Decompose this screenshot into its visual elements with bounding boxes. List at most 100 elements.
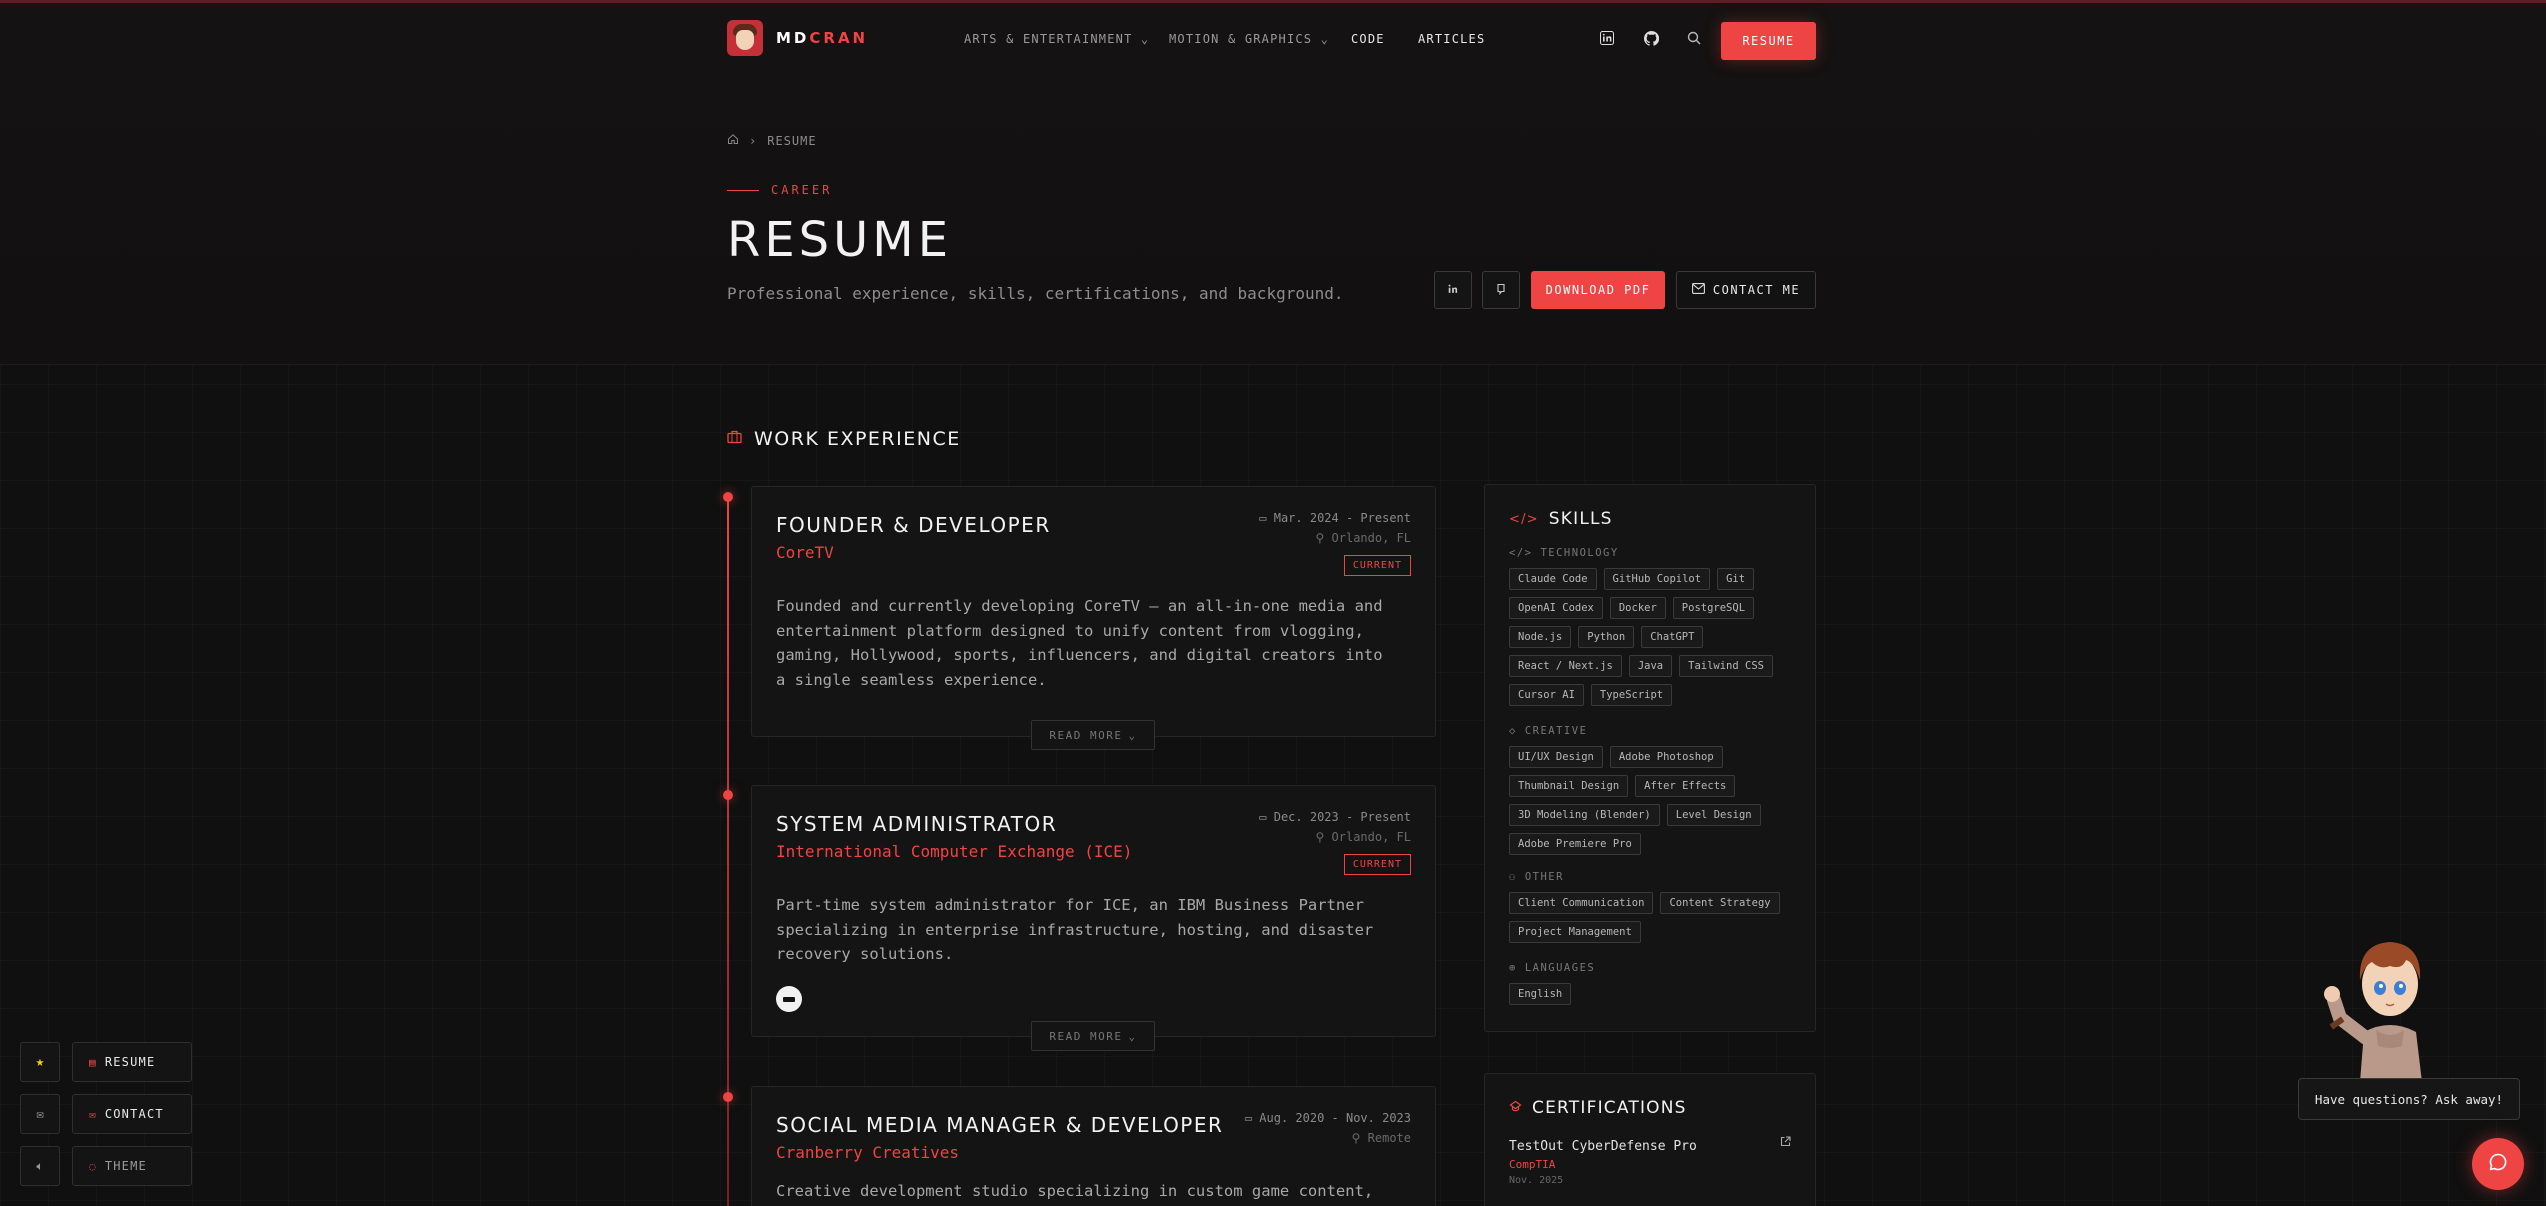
skill-tag: English <box>1509 983 1572 1005</box>
resume-button[interactable]: RESUME <box>1721 22 1816 60</box>
hero-linkedin-button[interactable] <box>1434 271 1472 309</box>
speaker-mute-icon: 🔈︎ <box>36 1158 44 1173</box>
floating-theme-button[interactable]: ◌ THEME <box>72 1146 192 1186</box>
location-pin-icon: ⚲ <box>1315 531 1332 545</box>
award-icon <box>1509 1100 1522 1117</box>
job-date: ▭ Mar. 2024 - Present <box>1259 511 1411 525</box>
skill-tag: Content Strategy <box>1660 892 1780 914</box>
skill-group-label-text: CREATIVE <box>1524 725 1588 737</box>
skill-tag: Level Design <box>1666 804 1761 826</box>
timeline-dot <box>723 1092 733 1102</box>
job-date-text: Mar. 2024 - Present <box>1273 511 1411 525</box>
hero-github-button[interactable] <box>1482 271 1520 309</box>
logo-avatar[interactable] <box>727 20 763 56</box>
logo-text[interactable]: MDCRAN <box>776 29 868 47</box>
skill-tag: Node.js <box>1509 626 1572 648</box>
floating-resume-row: ★ ▤ RESUME <box>20 1042 192 1082</box>
floating-contact-row: ✉ ✉ CONTACT <box>20 1094 192 1134</box>
chat-prompt-bubble[interactable]: Have questions? Ask away! <box>2298 1078 2520 1120</box>
chat-bubble-icon <box>2488 1152 2508 1176</box>
logo-text-cran: CRAN <box>809 29 869 47</box>
external-link-icon[interactable] <box>1780 1136 1791 1151</box>
floating-resume-button[interactable]: ▤ RESUME <box>72 1042 192 1082</box>
github-icon[interactable] <box>1642 29 1660 47</box>
chat-button[interactable] <box>2472 1138 2524 1190</box>
work-experience-title: WORK EXPERIENCE <box>754 428 961 450</box>
skill-group-label: ⚇ OTHER <box>1509 871 1564 883</box>
inbox-button[interactable]: ✉ <box>20 1094 60 1134</box>
mail-icon: ✉ <box>36 1107 44 1121</box>
certifications-heading: CERTIFICATIONS <box>1509 1098 1687 1118</box>
skill-tag: Client Communication <box>1509 892 1654 914</box>
logo-text-md: MD <box>776 29 810 47</box>
skill-tag: Git <box>1717 568 1755 590</box>
job-description: Founded and currently developing CoreTV … <box>776 597 1383 689</box>
skill-tag: PostgreSQL <box>1672 597 1755 619</box>
code-icon: </> <box>1509 511 1539 527</box>
download-pdf-button[interactable]: DOWNLOAD PDF <box>1531 271 1665 309</box>
hero-eyebrow: CAREER <box>727 183 832 197</box>
floating-contact-label: CONTACT <box>104 1107 164 1121</box>
nav-articles[interactable]: ARTICLES <box>1418 32 1485 46</box>
document-icon: ▤ <box>89 1055 97 1069</box>
skill-tag: GitHub Copilot <box>1603 568 1711 590</box>
contact-me-label: CONTACT ME <box>1712 283 1801 297</box>
home-icon[interactable] <box>727 133 739 148</box>
skill-tag: Adobe Photoshop <box>1609 746 1723 768</box>
job-role: SYSTEM ADMINISTRATOR <box>776 812 1058 836</box>
skill-tag: After Effects <box>1635 775 1736 797</box>
skill-tags: UI/UX Design Adobe Photoshop Thumbnail D… <box>1509 746 1799 855</box>
read-more-button[interactable]: READ MORE ⌄ <box>1031 720 1155 750</box>
job-company[interactable]: CoreTV <box>776 543 834 562</box>
nav-motion-graphics[interactable]: MOTION & GRAPHICS ⌄ <box>1169 32 1329 46</box>
job-location: ⚲ Orlando, FL <box>1316 531 1412 545</box>
job-role: SOCIAL MEDIA MANAGER & DEVELOPER <box>776 1113 1224 1137</box>
skill-tag: Cursor AI <box>1509 684 1584 706</box>
job-company[interactable]: Cranberry Creatives <box>776 1143 959 1162</box>
skill-tag: OpenAI Codex <box>1509 597 1603 619</box>
cert-name: TestOut CyberDefense Pro <box>1509 1139 1697 1154</box>
mute-button[interactable]: 🔈︎ <box>20 1146 60 1186</box>
job-description: Creative development studio specializing… <box>776 1182 1374 1200</box>
skill-group-label-text: LANGUAGES <box>1524 962 1596 974</box>
floating-resume-label: RESUME <box>104 1055 156 1069</box>
mail-icon <box>1691 283 1705 297</box>
skill-tag: ChatGPT <box>1641 626 1704 648</box>
work-experience-heading: WORK EXPERIENCE <box>727 428 961 450</box>
job-location-text: Orlando, FL <box>1331 830 1411 844</box>
code-icon: </> <box>1509 547 1533 559</box>
skill-tag: Docker <box>1609 597 1666 619</box>
job-date-text: Dec. 2023 - Present <box>1273 810 1411 824</box>
read-more-button[interactable]: READ MORE ⌄ <box>1031 1021 1155 1051</box>
skill-tag: TypeScript <box>1590 684 1673 706</box>
favorite-button[interactable]: ★ <box>20 1042 60 1082</box>
github-icon <box>1495 283 1507 298</box>
breadcrumb-current: RESUME <box>767 133 817 148</box>
calendar-icon: ▭ <box>1259 810 1274 824</box>
skill-tag: Project Management <box>1509 921 1641 943</box>
nav-code[interactable]: CODE <box>1351 32 1385 46</box>
status-badge: CURRENT <box>1343 555 1411 576</box>
location-pin-icon: ⚲ <box>1315 830 1332 844</box>
linkedin-icon[interactable] <box>1598 29 1616 47</box>
certifications-title: CERTIFICATIONS <box>1532 1098 1687 1118</box>
search-icon[interactable] <box>1685 29 1703 47</box>
contact-me-button[interactable]: CONTACT ME <box>1676 271 1816 309</box>
timeline-dot <box>723 790 733 800</box>
skill-tag: Thumbnail Design <box>1509 775 1629 797</box>
company-logo-icon <box>776 986 802 1012</box>
floating-contact-button[interactable]: ✉ CONTACT <box>72 1094 192 1134</box>
job-location-text: Orlando, FL <box>1331 531 1411 545</box>
skills-heading: </> SKILLS <box>1509 509 1613 529</box>
job-company[interactable]: International Computer Exchange (ICE) <box>776 842 1132 861</box>
skill-tag: Claude Code <box>1509 568 1597 590</box>
skill-tag: Python <box>1578 626 1635 648</box>
job-card: FOUNDER & DEVELOPER CoreTV ▭ Mar. 2024 -… <box>751 486 1436 737</box>
calendar-icon: ▭ <box>1259 511 1274 525</box>
mascot-character[interactable] <box>2310 922 2470 1082</box>
job-card: SYSTEM ADMINISTRATOR International Compu… <box>751 785 1436 1037</box>
nav-arts-entertainment[interactable]: ARTS & ENTERTAINMENT ⌄ <box>964 32 1149 46</box>
skill-tags: English <box>1509 983 1799 1005</box>
skill-group-label: ◇ CREATIVE <box>1509 725 1587 737</box>
skill-tag: UI/UX Design <box>1509 746 1603 768</box>
